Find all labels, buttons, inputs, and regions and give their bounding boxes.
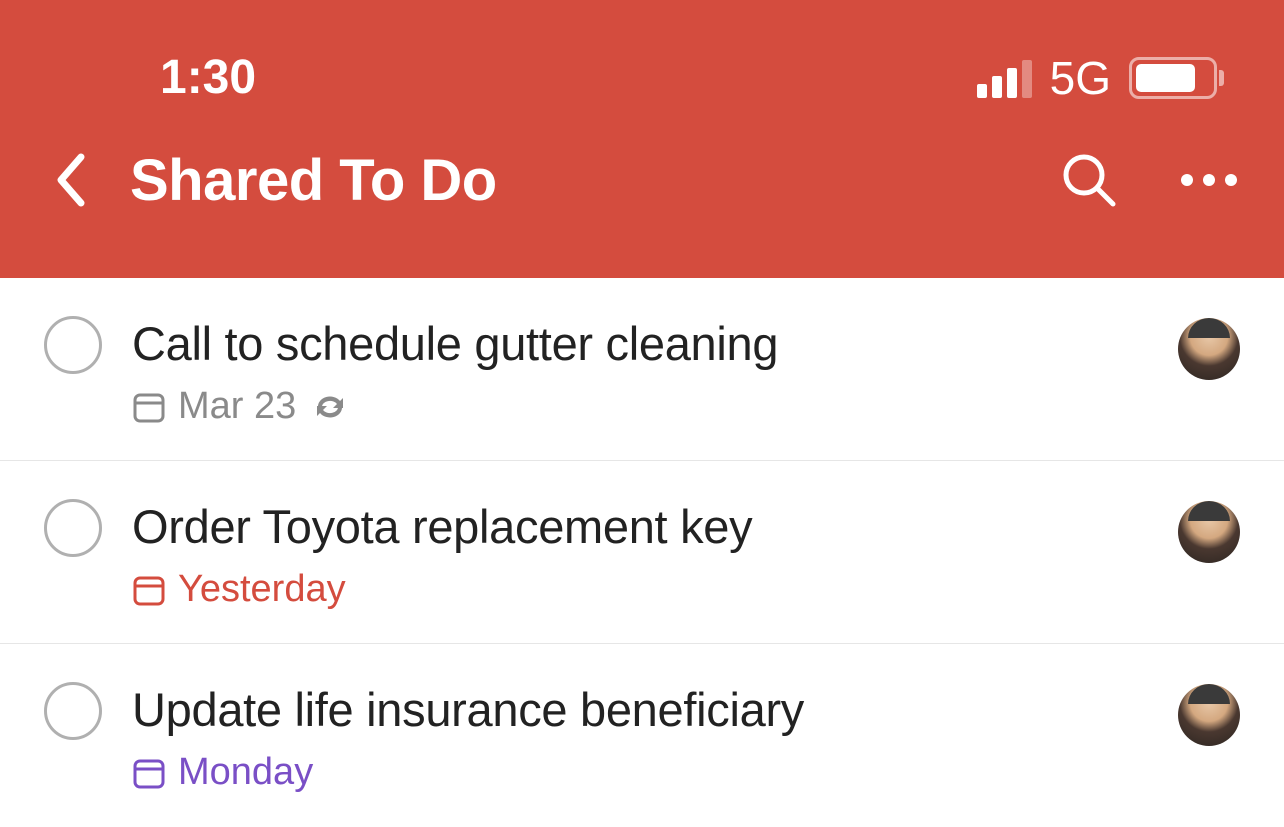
network-label: 5G xyxy=(1050,51,1111,105)
task-date: Mar 23 xyxy=(178,385,296,428)
task-content: Order Toyota replacement key Yesterday xyxy=(132,497,1148,611)
back-button[interactable] xyxy=(40,150,100,210)
search-button[interactable] xyxy=(1054,145,1124,215)
signal-icon xyxy=(977,58,1032,98)
task-checkbox[interactable] xyxy=(44,499,102,557)
assignee-avatar[interactable] xyxy=(1178,684,1240,746)
more-button[interactable] xyxy=(1174,145,1244,215)
assignee-avatar[interactable] xyxy=(1178,318,1240,380)
task-date: Yesterday xyxy=(178,568,346,611)
task-checkbox[interactable] xyxy=(44,316,102,374)
calendar-icon xyxy=(132,573,166,607)
task-meta: Yesterday xyxy=(132,568,1148,611)
task-date: Monday xyxy=(178,751,313,794)
task-content: Update life insurance beneficiary Monday xyxy=(132,680,1148,794)
task-title: Update life insurance beneficiary xyxy=(132,682,1148,737)
task-title: Order Toyota replacement key xyxy=(132,499,1148,554)
task-meta: Mar 23 xyxy=(132,385,1148,428)
nav-bar: Shared To Do xyxy=(0,125,1284,245)
chevron-left-icon xyxy=(55,153,85,207)
status-time: 1:30 xyxy=(60,50,256,105)
battery-icon xyxy=(1129,57,1224,99)
status-right: 5G xyxy=(977,51,1224,105)
assignee-avatar[interactable] xyxy=(1178,501,1240,563)
task-content: Call to schedule gutter cleaning Mar 23 xyxy=(132,314,1148,428)
status-bar: 1:30 5G xyxy=(0,0,1284,125)
more-icon xyxy=(1181,174,1237,186)
page-title: Shared To Do xyxy=(130,147,1004,214)
calendar-icon xyxy=(132,756,166,790)
task-row[interactable]: Update life insurance beneficiary Monday xyxy=(0,644,1284,826)
task-row[interactable]: Order Toyota replacement key Yesterday xyxy=(0,461,1284,644)
calendar-icon xyxy=(132,390,166,424)
recurring-icon xyxy=(312,391,348,423)
task-title: Call to schedule gutter cleaning xyxy=(132,316,1148,371)
task-checkbox[interactable] xyxy=(44,682,102,740)
app-header: 1:30 5G Shared To Do xyxy=(0,0,1284,278)
task-list: Call to schedule gutter cleaning Mar 23 … xyxy=(0,278,1284,826)
task-meta: Monday xyxy=(132,751,1148,794)
search-icon xyxy=(1061,152,1117,208)
task-row[interactable]: Call to schedule gutter cleaning Mar 23 xyxy=(0,278,1284,461)
